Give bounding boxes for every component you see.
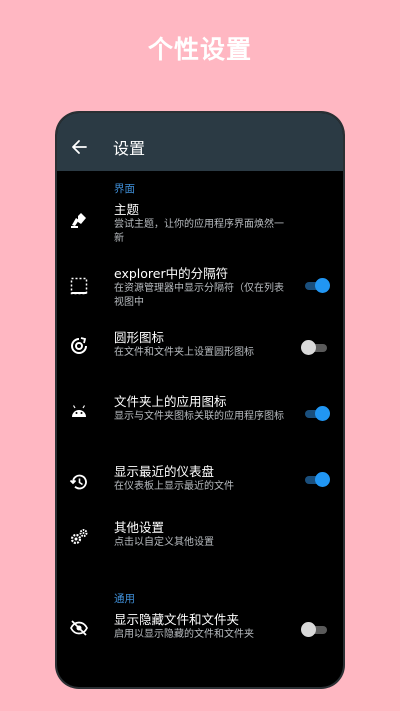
settings-list: 界面 主题 尝试主题，让你的应用程序界面焕然一新 explorer中的分隔符 在… <box>57 171 343 661</box>
setting-subtitle: 显示与文件夹图标关联的应用程序图标 <box>114 411 284 422</box>
setting-subtitle: 在文件和文件夹上设置圆形图标 <box>114 347 254 358</box>
setting-folder-app-icon[interactable]: 文件夹上的应用图标 显示与文件夹图标关联的应用程序图标 <box>57 393 343 463</box>
setting-title: 显示隐藏文件和文件夹 <box>114 612 240 627</box>
setting-title: 文件夹上的应用图标 <box>114 394 227 409</box>
round-icons-toggle[interactable] <box>301 339 329 355</box>
setting-other[interactable]: 其他设置 点击以自定义其他设置 <box>57 519 343 567</box>
section-header-general: 通用 <box>114 593 135 605</box>
setting-title: 显示最近的仪表盘 <box>114 464 215 479</box>
back-button[interactable] <box>57 123 101 171</box>
setting-round-icons[interactable]: 圆形图标 在文件和文件夹上设置圆形图标 <box>57 329 343 393</box>
page-title: 设置 <box>113 139 146 158</box>
eye-off-icon <box>68 617 90 639</box>
recent-dashboard-toggle[interactable] <box>301 471 330 487</box>
setting-subtitle: 尝试主题，让你的应用程序界面焕然一新 <box>114 219 284 244</box>
setting-recent-dashboard[interactable]: 显示最近的仪表盘 在仪表板上显示最近的文件 <box>57 463 343 519</box>
setting-explorer-divider[interactable]: explorer中的分隔符 在资源管理器中显示分隔符（仅在列表视图中 <box>57 265 343 329</box>
setting-title: explorer中的分隔符 <box>114 266 229 281</box>
setting-title: 其他设置 <box>114 520 165 535</box>
circle-icon <box>68 335 90 357</box>
phone-frame: 设置 界面 主题 尝试主题，让你的应用程序界面焕然一新 explorer中的分隔… <box>57 113 343 687</box>
setting-subtitle: 在仪表板上显示最近的文件 <box>114 481 234 492</box>
app-bar: 设置 <box>57 123 343 171</box>
setting-title: 主题 <box>114 202 140 217</box>
setting-subtitle: 点击以自定义其他设置 <box>114 537 214 548</box>
setting-subtitle: 在资源管理器中显示分隔符（仅在列表视图中 <box>114 283 284 308</box>
section-header-interface: 界面 <box>114 183 135 195</box>
setting-theme[interactable]: 主题 尝试主题，让你的应用程序界面焕然一新 <box>57 201 343 265</box>
divider-icon <box>68 275 90 297</box>
show-hidden-toggle[interactable] <box>301 621 329 637</box>
setting-show-hidden[interactable]: 显示隐藏文件和文件夹 启用以显示隐藏的文件和文件夹 <box>57 611 343 661</box>
setting-subtitle: 启用以显示隐藏的文件和文件夹 <box>114 629 254 640</box>
history-icon <box>68 471 90 493</box>
android-icon <box>68 401 90 423</box>
banner-title: 个性设置 <box>147 35 252 64</box>
folder-app-icon-toggle[interactable] <box>301 405 330 421</box>
status-bar <box>57 113 343 123</box>
gears-icon <box>68 526 90 548</box>
theme-icon <box>68 209 90 231</box>
arrow-left-icon <box>72 140 87 154</box>
divider-toggle[interactable] <box>301 277 330 293</box>
setting-title: 圆形图标 <box>114 330 165 345</box>
